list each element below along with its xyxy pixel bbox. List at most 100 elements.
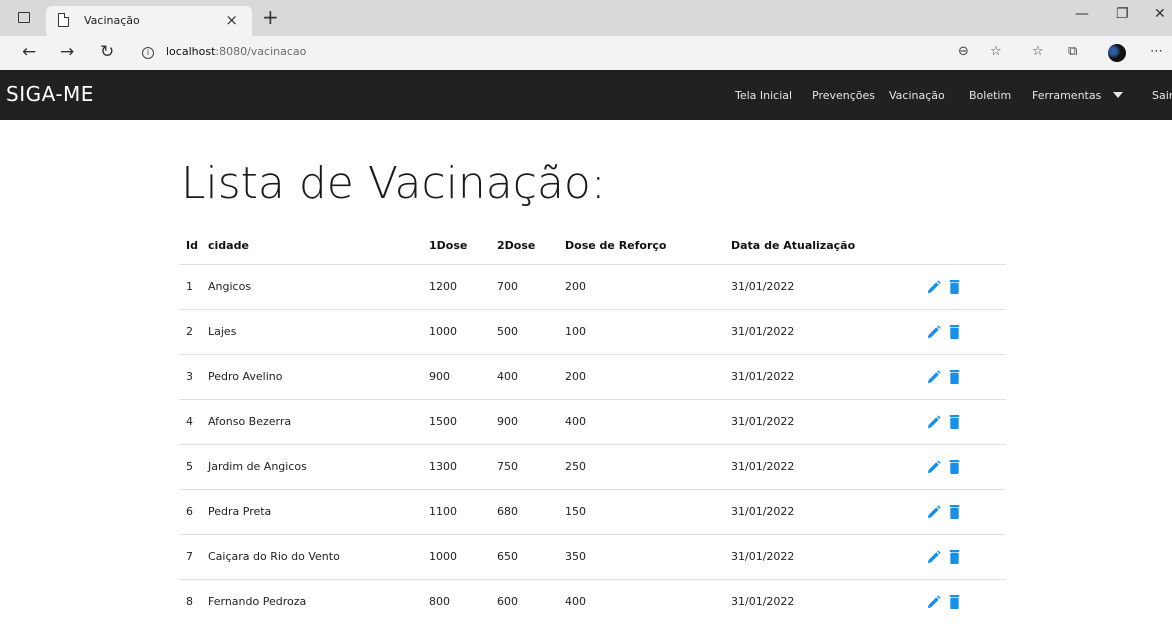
trash-icon[interactable] — [949, 414, 960, 429]
row-actions — [927, 444, 1006, 490]
cell-data-atualizacao: 31/01/2022 — [731, 444, 927, 490]
cell-dose-reforco: 400 — [565, 579, 731, 624]
header-dose-reforco: Dose de Reforço — [565, 228, 731, 265]
nav-vacinacao[interactable]: Vacinação — [889, 89, 945, 102]
browser-tab-bar: Vacinação × + — ❐ ✕ — [0, 0, 1172, 36]
pencil-icon[interactable] — [927, 279, 941, 294]
nav-ferramentas-label: Ferramentas — [1032, 89, 1102, 102]
nav-tela-inicial[interactable]: Tela Inicial — [735, 89, 792, 102]
row-actions — [927, 309, 1006, 355]
trash-icon[interactable] — [949, 459, 960, 474]
forward-icon[interactable]: → — [60, 42, 74, 62]
header-1dose: 1Dose — [429, 228, 497, 265]
favorites-icon[interactable]: ☆ — [1032, 44, 1044, 59]
row-actions — [927, 534, 1006, 580]
restore-icon[interactable]: ❐ — [1116, 6, 1129, 22]
tab-actions-icon[interactable] — [18, 12, 30, 23]
cell-2dose: 600 — [497, 579, 565, 624]
pencil-icon[interactable] — [927, 504, 941, 519]
pencil-icon[interactable] — [927, 549, 941, 564]
header-id: Id — [179, 228, 208, 265]
cell-1dose: 1000 — [429, 309, 497, 355]
row-actions — [927, 399, 1006, 445]
page-icon — [58, 13, 69, 27]
collections-icon[interactable]: ⧉ — [1068, 44, 1077, 59]
add-favorite-icon[interactable]: ☆ — [990, 44, 1002, 59]
cell-id: 4 — [179, 399, 208, 445]
pencil-icon[interactable] — [927, 369, 941, 384]
url-field[interactable]: localhost:8080/vacinacao — [166, 45, 306, 58]
trash-icon[interactable] — [949, 549, 960, 564]
cell-dose-reforco: 200 — [565, 264, 731, 310]
trash-icon[interactable] — [949, 594, 960, 609]
table-row: 6 Pedra Preta 1100 680 150 31/01/2022 — [179, 489, 1006, 535]
cell-id: 2 — [179, 309, 208, 355]
browser-tab[interactable]: Vacinação × — [46, 6, 252, 36]
cell-dose-reforco: 350 — [565, 534, 731, 580]
nav-boletim[interactable]: Boletim — [969, 89, 1011, 102]
row-actions — [927, 264, 1006, 310]
row-actions — [927, 579, 1006, 624]
cell-2dose: 680 — [497, 489, 565, 535]
brand-logo[interactable]: SIGA-ME — [6, 82, 94, 106]
pencil-icon[interactable] — [927, 324, 941, 339]
cell-cidade: Pedra Preta — [208, 489, 429, 535]
cell-dose-reforco: 250 — [565, 444, 731, 490]
back-icon[interactable]: ← — [22, 42, 36, 62]
cell-dose-reforco: 100 — [565, 309, 731, 355]
cell-cidade: Jardim de Angicos — [208, 444, 429, 490]
header-2dose: 2Dose — [497, 228, 565, 265]
url-path: :8080/vacinacao — [215, 45, 307, 58]
cell-cidade: Afonso Bezerra — [208, 399, 429, 445]
table-body: 1 Angicos 1200 700 200 31/01/2022 2 Lajes 1000 50… — [179, 264, 1006, 624]
close-window-icon[interactable]: ✕ — [1154, 6, 1166, 22]
cell-id: 5 — [179, 444, 208, 490]
more-menu-icon[interactable]: ⋯ — [1150, 44, 1163, 59]
profile-avatar[interactable] — [1108, 44, 1126, 62]
nav-sair[interactable]: Sair — [1152, 89, 1172, 102]
zoom-icon[interactable]: ⊖ — [958, 44, 969, 59]
vaccination-table: Id cidade 1Dose 2Dose Dose de Reforço Da… — [179, 228, 1006, 624]
cell-2dose: 500 — [497, 309, 565, 355]
refresh-icon[interactable]: ↻ — [100, 42, 114, 62]
trash-icon[interactable] — [949, 504, 960, 519]
cell-2dose: 400 — [497, 354, 565, 400]
cell-data-atualizacao: 31/01/2022 — [731, 489, 927, 535]
header-cidade: cidade — [208, 228, 429, 265]
row-actions — [927, 354, 1006, 400]
cell-data-atualizacao: 31/01/2022 — [731, 579, 927, 624]
cell-2dose: 700 — [497, 264, 565, 310]
cell-1dose: 900 — [429, 354, 497, 400]
table-row: 8 Fernando Pedroza 800 600 400 31/01/2022 — [179, 579, 1006, 624]
cell-dose-reforco: 150 — [565, 489, 731, 535]
pencil-icon[interactable] — [927, 594, 941, 609]
cell-1dose: 1200 — [429, 264, 497, 310]
nav-prevencoes[interactable]: Prevenções — [812, 89, 875, 102]
pencil-icon[interactable] — [927, 414, 941, 429]
cell-1dose: 1000 — [429, 534, 497, 580]
cell-1dose: 1300 — [429, 444, 497, 490]
nav-ferramentas-dropdown[interactable]: Ferramentas — [1032, 89, 1124, 102]
cell-cidade: Caiçara do Rio do Vento — [208, 534, 429, 580]
trash-icon[interactable] — [949, 369, 960, 384]
cell-id: 3 — [179, 354, 208, 400]
new-tab-icon[interactable]: + — [262, 5, 279, 29]
cell-data-atualizacao: 31/01/2022 — [731, 354, 927, 400]
cell-id: 1 — [179, 264, 208, 310]
cell-dose-reforco: 200 — [565, 354, 731, 400]
header-data-atualizacao: Data de Atualização — [731, 228, 927, 265]
trash-icon[interactable] — [949, 279, 960, 294]
trash-icon[interactable] — [949, 324, 960, 339]
cell-2dose: 750 — [497, 444, 565, 490]
minimize-icon[interactable]: — — [1075, 6, 1089, 22]
cell-1dose: 800 — [429, 579, 497, 624]
site-info-icon[interactable]: i — [142, 47, 154, 59]
table-row: 3 Pedro Avelino 900 400 200 31/01/2022 — [179, 354, 1006, 400]
table-row: 5 Jardim de Angicos 1300 750 250 31/01/2022 — [179, 444, 1006, 490]
cell-dose-reforco: 400 — [565, 399, 731, 445]
table-header-row: Id cidade 1Dose 2Dose Dose de Reforço Da… — [179, 228, 1006, 265]
tab-close-icon[interactable]: × — [225, 11, 238, 29]
pencil-icon[interactable] — [927, 459, 941, 474]
cell-cidade: Lajes — [208, 309, 429, 355]
table-row: 4 Afonso Bezerra 1500 900 400 31/01/2022 — [179, 399, 1006, 445]
